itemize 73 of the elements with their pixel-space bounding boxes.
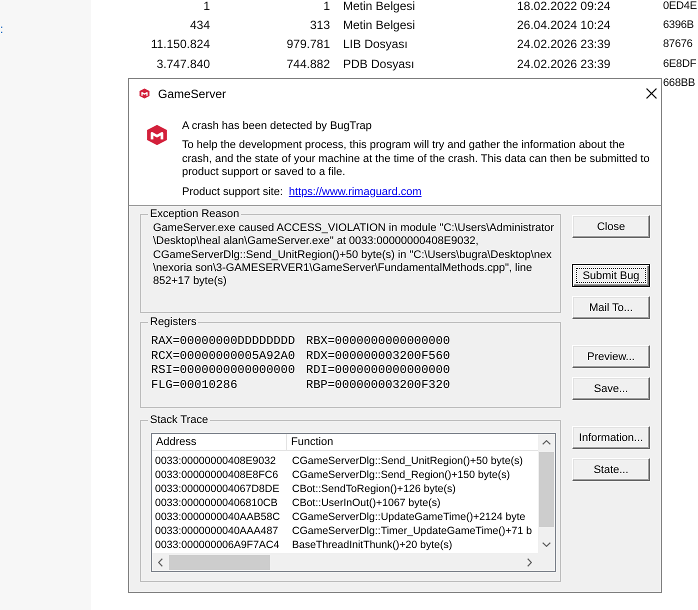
crash-heading: A crash has been detected by BugTrap — [182, 119, 373, 133]
function-cell: CBot::SendToRegion()+126 byte(s) — [292, 482, 456, 496]
chevron-up-icon[interactable] — [542, 440, 551, 445]
hexagon-logo-icon — [146, 124, 168, 146]
address-cell: 0033:00000000408E9032 — [155, 454, 276, 468]
dialog-button[interactable]: Mail To... — [572, 296, 650, 319]
support-link[interactable]: https://www.rimaguard.com — [288, 184, 422, 198]
file-list-cell-text: Metin Belgesi — [343, 16, 416, 34]
file-list-cell-text: LIB Dosyası — [343, 36, 408, 54]
register-value: RCX=00000000005A92A0 — [151, 348, 296, 363]
group-label: Stack Trace — [149, 414, 210, 427]
register-value: RBX=0000000000000000 — [306, 334, 450, 348]
file-list-cell-text: 6E8DF — [663, 56, 696, 72]
address-cell: 0033:0000000040AAA487 — [155, 524, 278, 538]
address-cell: 0033:00000000408E8FC6 — [155, 468, 278, 482]
function-cell: CGameServerDlg::Send_UnitRegion()+50 byte(s) — [292, 454, 523, 468]
exception-text: GameServer.exe caused ACCESS_VIOLATION in module "C:\Users\Administrator\Desktop\heal alan\GameServer.exe" at 0033:00000000408E9032, CGameServerDlg::Send_UnitRegion()+50 byte(s) in "C:\Users\bugra\Desktop\nex\nexoria son\3-GAMESERVER1\GameServer\FundamentalMethods.cpp", line 852+17 byte(s) — [153, 222, 556, 288]
file-list-cell-text: Metin Belgesi — [343, 0, 416, 14]
file-list-cell-text: 6396B — [663, 18, 694, 33]
function-cell: CBot::UserInOut()+1067 byte(s) — [292, 496, 441, 510]
group-label: Exception Reason — [149, 208, 240, 221]
chevron-left-icon[interactable] — [158, 558, 163, 566]
hexagon-logo-icon — [139, 88, 150, 99]
file-list-cell-text: 1 — [203, 0, 210, 14]
register-value: RAX=00000000DDDDDDDD — [151, 334, 296, 348]
file-list-cell-text: 26.04.2024 10:24 — [517, 16, 610, 34]
file-list-cell-text: 434 — [190, 16, 210, 34]
description-text: To help the development process, this program will try and gather the information about the crash, and the state of your machine at the time of the crash. This data can then be submitted to product support or saved to a file. — [182, 139, 651, 180]
close-icon[interactable] — [646, 88, 657, 99]
window-title: GameServer — [158, 86, 226, 100]
file-list-cell-text: 979.781 — [286, 36, 330, 54]
group-label: Registers — [149, 316, 198, 329]
file-list-cell-text: 11.150.824 — [150, 36, 210, 54]
nav-item-fragment[interactable]: : — [0, 22, 4, 36]
address-cell: 0033:00000000406810CB — [155, 496, 278, 510]
function-cell: CGameServerDlg::Timer_UpdateGameTime()+71 b — [292, 524, 532, 538]
column-header[interactable]: Function — [287, 434, 538, 450]
dialog-button[interactable]: Submit Bug — [572, 264, 650, 287]
file-list-cell-text: 668BB — [663, 76, 696, 92]
scrollbar-thumb[interactable] — [539, 452, 554, 527]
address-cell: 0033:000000006A9F7AC4 — [155, 538, 280, 552]
dialog-button[interactable]: Preview... — [572, 345, 650, 368]
function-cell: BaseThreadInitThunk()+20 byte(s) — [292, 538, 452, 552]
file-list-cell-text: 313 — [310, 16, 330, 34]
register-value: RSI=0000000000000000 — [151, 363, 296, 378]
dialog-button[interactable]: State... — [572, 458, 650, 481]
register-value: RDI=0000000000000000 — [306, 363, 450, 378]
register-value: FLG=00010286 — [151, 378, 238, 392]
file-list-cell-text: 24.02.2026 23:39 — [517, 56, 610, 73]
address-cell: 0033:0000000040AAB58C — [155, 510, 280, 524]
file-list-cell-text: 24.02.2026 23:39 — [517, 36, 610, 54]
register-value: RBP=000000003200F320 — [306, 378, 450, 392]
chevron-right-icon[interactable] — [527, 558, 532, 566]
file-list-cell-text: 87676 — [663, 37, 693, 52]
function-cell: CGameServerDlg::UpdateGameTime()+2124 byte — [292, 510, 526, 524]
vertical-scrollbar[interactable] — [538, 434, 555, 553]
file-list-cell-text: 744.882 — [286, 56, 330, 73]
column-header[interactable]: Address — [152, 434, 287, 450]
file-list-cell-text: 1 — [323, 0, 330, 14]
scrollbar-thumb[interactable] — [169, 554, 270, 570]
dialog-button[interactable]: Close — [572, 215, 650, 238]
register-value: RDX=000000003200F560 — [306, 348, 450, 363]
file-list-cell-text: 3.747.840 — [156, 56, 210, 73]
address-cell: 0033:000000004067D8DE — [155, 482, 280, 496]
dialog-button[interactable]: Save... — [572, 377, 650, 400]
chevron-down-icon[interactable] — [542, 542, 551, 547]
function-cell: CGameServerDlg::Send_Region()+150 byte(s) — [292, 468, 510, 482]
dialog-button[interactable]: Information... — [572, 426, 650, 449]
file-list-cell-text: 0ED4E — [663, 0, 697, 14]
file-list-cell-text: 18.02.2022 09:24 — [517, 0, 610, 14]
support-label: Product support site: — [182, 184, 283, 198]
file-list-cell-text: PDB Dosyası — [343, 56, 414, 73]
horizontal-scrollbar[interactable] — [152, 553, 538, 571]
